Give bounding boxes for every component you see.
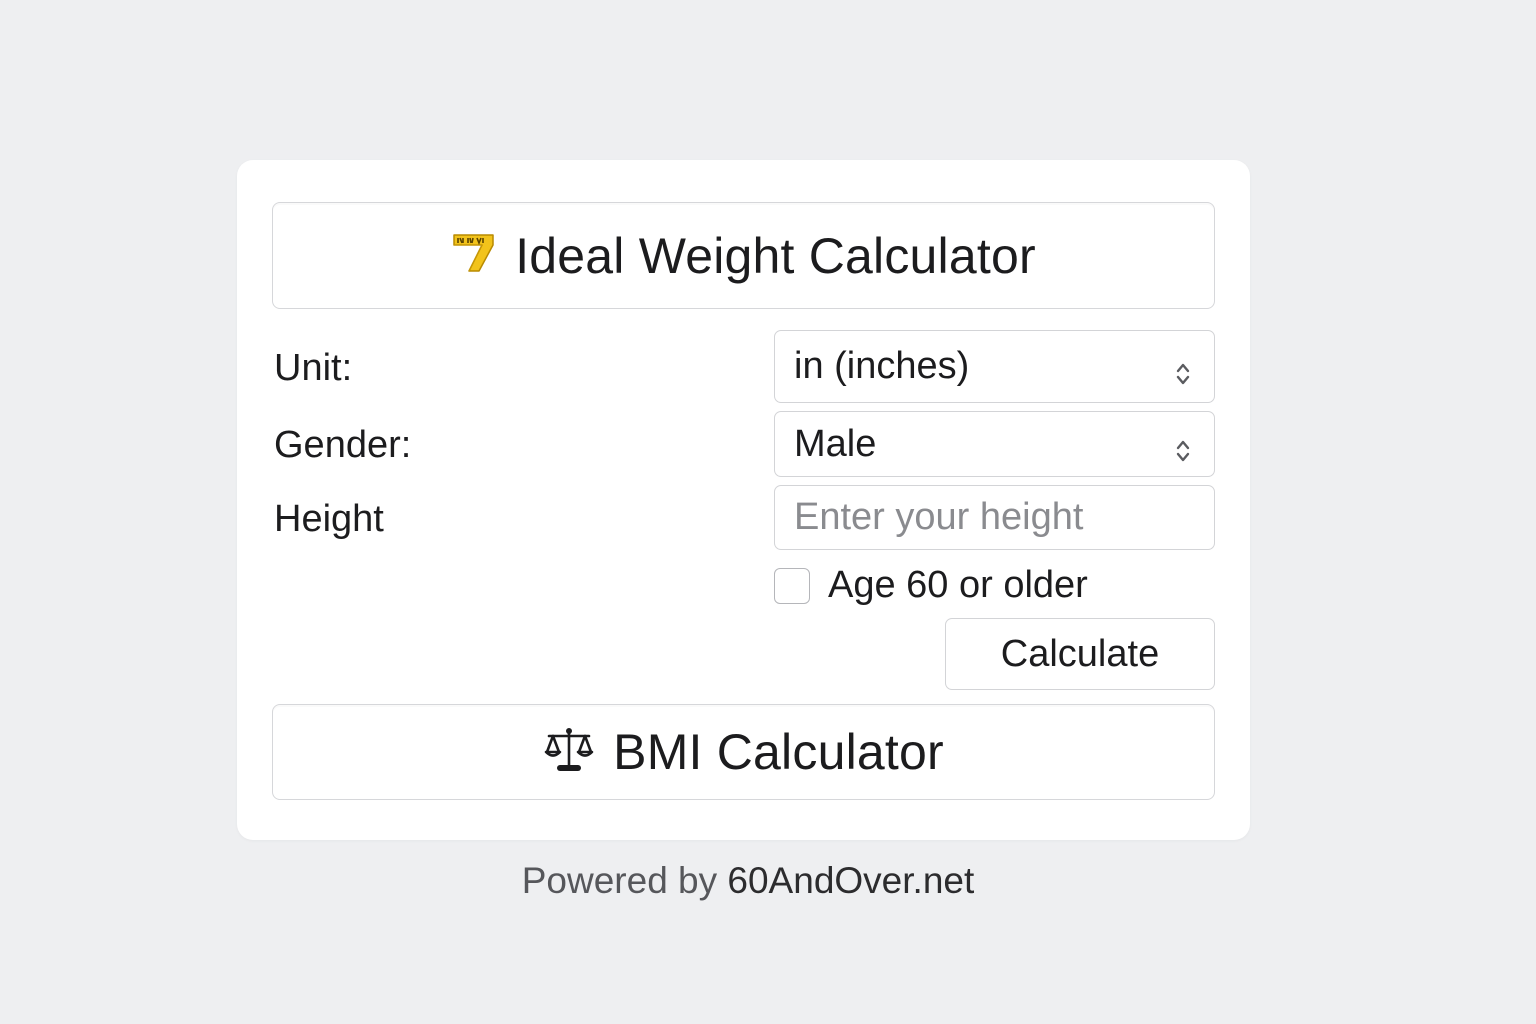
calculate-button[interactable]: Calculate <box>945 618 1215 690</box>
age-checkbox-row[interactable]: Age 60 or older <box>774 564 1088 607</box>
unit-select[interactable]: in (inches) <box>774 330 1215 403</box>
balance-scale-icon <box>543 726 595 779</box>
measuring-tape-icon <box>451 231 497 280</box>
height-input[interactable]: Enter your height <box>774 485 1215 550</box>
bmi-title: BMI Calculator <box>613 724 944 780</box>
age-60-label[interactable]: Age 60 or older <box>828 564 1088 607</box>
select-arrows-icon <box>1176 431 1190 462</box>
height-input-placeholder: Enter your height <box>794 496 1084 538</box>
unit-select-value: in (inches) <box>794 345 970 387</box>
ideal-weight-calculator-button[interactable]: Ideal Weight Calculator <box>272 202 1215 309</box>
height-label: Height <box>274 498 384 540</box>
powered-by-footer: Powered by 60AndOver.net <box>0 860 1496 902</box>
gender-select-value: Male <box>794 422 877 465</box>
calculator-card: Ideal Weight Calculator Unit: in (inches… <box>237 160 1250 840</box>
footer-prefix: Powered by <box>521 860 718 901</box>
unit-label: Unit: <box>274 347 353 389</box>
gender-label: Gender: <box>274 424 412 466</box>
age-60-checkbox[interactable] <box>774 567 810 604</box>
bmi-calculator-button[interactable]: BMI Calculator <box>272 704 1215 800</box>
footer-link[interactable]: 60AndOver.net <box>727 860 974 901</box>
gender-select[interactable]: Male <box>774 411 1215 477</box>
select-arrows-icon <box>1176 354 1190 384</box>
ideal-weight-title: Ideal Weight Calculator <box>515 227 1036 284</box>
